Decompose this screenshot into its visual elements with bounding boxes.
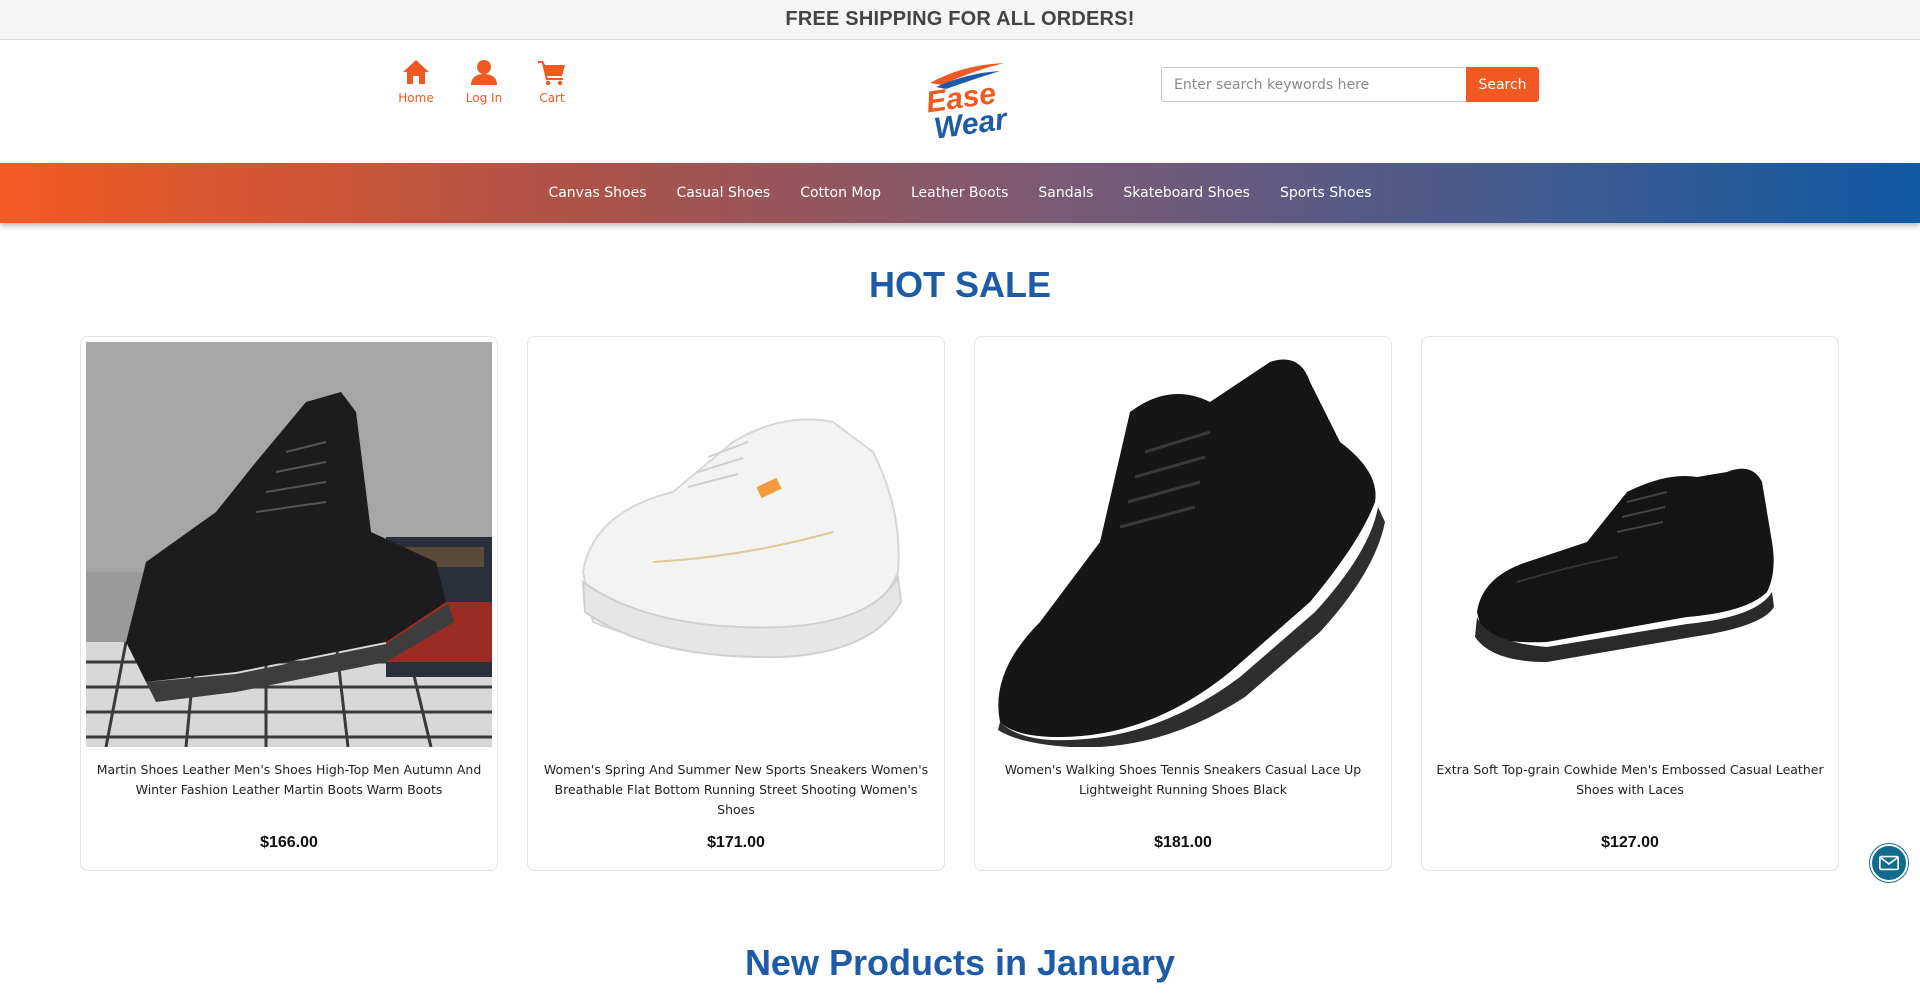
hot-sale-products: Martin Shoes Leather Men's Shoes High-To… (80, 336, 1839, 871)
nav-item-cotton-mop[interactable]: Cotton Mop (800, 185, 881, 201)
user-icon (471, 60, 497, 85)
new-products-title: New Products in January (744, 942, 1176, 983)
product-image-black-running-shoe[interactable] (980, 342, 1386, 747)
home-icon (403, 60, 429, 84)
site-logo[interactable]: Ease Wear (912, 59, 1012, 146)
product-image-black-boot[interactable] (86, 342, 492, 747)
nav-item-sandals[interactable]: Sandals (1038, 185, 1093, 201)
category-nav: Canvas Shoes Casual Shoes Cotton Mop Lea… (0, 163, 1920, 223)
product-price: $127.00 (1601, 834, 1659, 851)
cart-icon (538, 61, 565, 86)
product-name[interactable]: Martin Shoes Leather Men's Shoes High-To… (95, 760, 483, 800)
product-card[interactable]: Extra Soft Top-grain Cowhide Men's Embos… (1421, 336, 1839, 871)
quick-links: Home Log In Cart (382, 57, 586, 105)
cart-link-label: Cart (539, 91, 565, 105)
nav-item-leather-boots[interactable]: Leather Boots (911, 185, 1008, 201)
home-link[interactable]: Home (382, 57, 450, 105)
hot-sale-title: HOT SALE (868, 264, 1051, 305)
search-bar: Search (1161, 67, 1539, 102)
home-link-label: Home (398, 91, 434, 105)
login-link[interactable]: Log In (450, 57, 518, 105)
product-name[interactable]: Women's Walking Shoes Tennis Sneakers Ca… (989, 760, 1377, 800)
mail-icon (1879, 855, 1899, 871)
product-price: $181.00 (1154, 834, 1212, 851)
search-input[interactable] (1161, 67, 1466, 102)
nav-item-skateboard-shoes[interactable]: Skateboard Shoes (1123, 185, 1250, 201)
product-name[interactable]: Women's Spring And Summer New Sports Sne… (542, 760, 930, 820)
product-image-black-leather-shoe[interactable] (1427, 342, 1833, 747)
product-price: $171.00 (707, 834, 765, 851)
contact-mail-button[interactable] (1870, 844, 1908, 882)
search-button[interactable]: Search (1466, 67, 1539, 102)
product-name[interactable]: Extra Soft Top-grain Cowhide Men's Embos… (1436, 760, 1824, 800)
cart-link[interactable]: Cart (518, 57, 586, 105)
banner-text: FREE SHIPPING FOR ALL ORDERS! (785, 8, 1135, 30)
free-shipping-banner: FREE SHIPPING FOR ALL ORDERS! (0, 0, 1920, 40)
site-header: Home Log In Cart Ease Wear Sear (0, 41, 1920, 163)
product-card[interactable]: Women's Walking Shoes Tennis Sneakers Ca… (974, 336, 1392, 871)
nav-item-casual-shoes[interactable]: Casual Shoes (677, 185, 771, 201)
product-image-white-sneaker[interactable] (533, 342, 939, 747)
product-card[interactable]: Women's Spring And Summer New Sports Sne… (527, 336, 945, 871)
nav-item-sports-shoes[interactable]: Sports Shoes (1280, 185, 1372, 201)
product-card[interactable]: Martin Shoes Leather Men's Shoes High-To… (80, 336, 498, 871)
login-link-label: Log In (465, 91, 503, 105)
product-price: $166.00 (260, 834, 318, 851)
nav-item-canvas-shoes[interactable]: Canvas Shoes (548, 185, 646, 201)
